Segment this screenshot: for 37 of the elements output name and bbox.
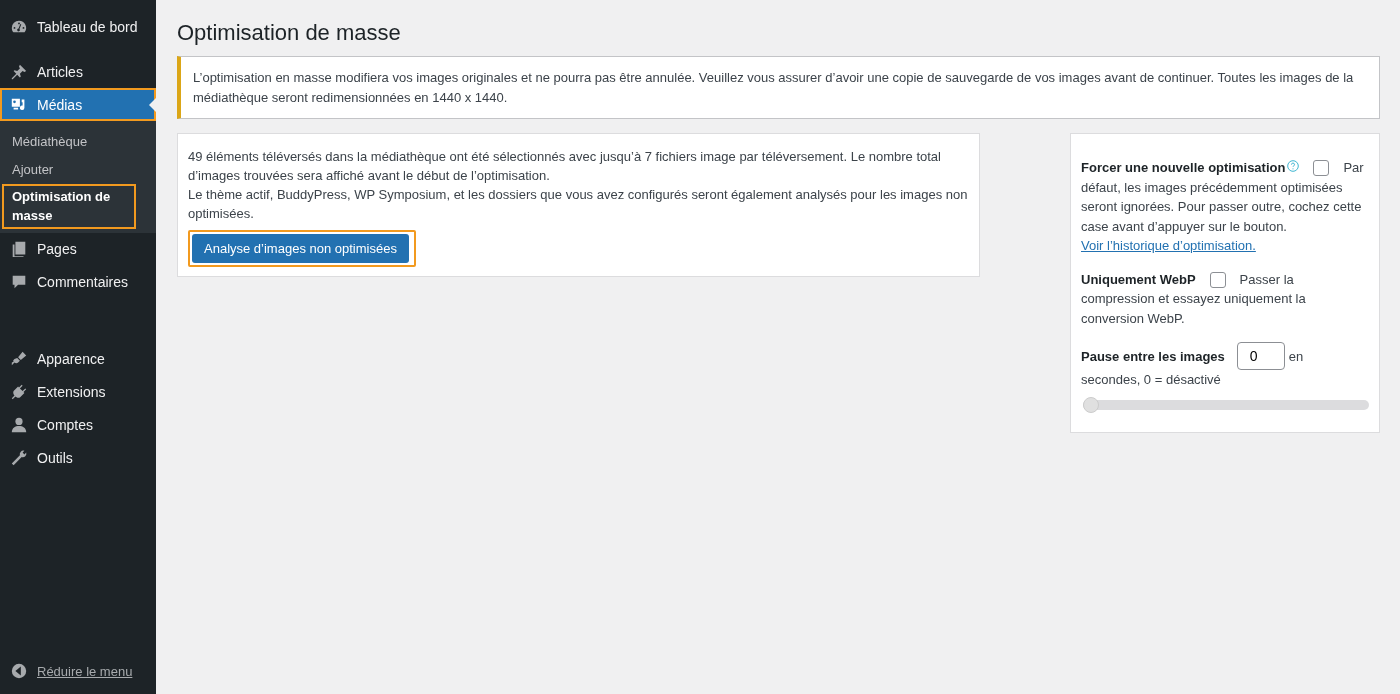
slider-thumb[interactable] [1083, 396, 1099, 413]
collapse-menu-button[interactable]: Réduire le menu [0, 662, 156, 694]
plug-icon [10, 383, 28, 402]
page-title: Optimisation de masse [177, 20, 402, 47]
menu-item[interactable]: Extensions [0, 375, 156, 409]
wrench-icon [10, 449, 28, 468]
option-description: défaut, les images précédemment optimisées seront ignorées. Pour passer outre, cochez cette case avant d’appuyer sur le bouton. [1081, 178, 1363, 236]
option-description: compression et essayez uniquement la conversion WebP. [1081, 290, 1307, 328]
option-description: secondes, 0 = désactivé [1081, 371, 1222, 390]
option-label: Forcer une nouvelle optimisation [1081, 159, 1286, 178]
option-description: Par [1343, 159, 1364, 178]
warning-notice: L’optimisation en masse modifiera vos images originales et ne pourra pas être annulée. Veuillez vous assurer d’avoir une copie de sauvegarde de vos images avant de continuer. Toutes les images de la médiathèque seront redimensionnées en 1440 x 1440. [177, 56, 1380, 120]
menu-item[interactable]: Articles [0, 55, 156, 88]
scan-button[interactable]: Analyse d’images non optimisées [192, 233, 409, 263]
checkbox[interactable] [1313, 160, 1330, 177]
option-description: Passer la [1239, 270, 1294, 289]
menu-item[interactable]: Apparence [0, 342, 156, 376]
history-link[interactable]: Voir l’historique d’optimisation. [1081, 238, 1256, 254]
description-text: Le thème actif, BuddyPress, WP Symposium, et les dossiers que vous avez configurés seront également analysés pour les images non optimisées. [188, 186, 969, 223]
person-icon [10, 416, 28, 435]
menu-item[interactable]: Pages [0, 232, 156, 266]
checkbox[interactable] [1209, 271, 1226, 288]
menu-item[interactable]: Outils [0, 441, 156, 475]
submenu-item[interactable]: Optimisation de masse [2, 184, 136, 229]
menu-item[interactable]: Tableau de bord [0, 10, 156, 43]
submenu-item[interactable]: Médiathèque [0, 128, 156, 157]
menu-item[interactable]: Comptes [0, 408, 156, 442]
option-label: Uniquement WebP [1081, 270, 1196, 289]
menu-item[interactable]: Commentaires [0, 265, 156, 299]
submenu-item[interactable]: Ajouter [0, 156, 156, 185]
option-description: en [1288, 347, 1304, 366]
menu-item[interactable]: Médias [0, 88, 156, 121]
pages-icon [10, 240, 28, 259]
number-field[interactable]: 0 [1236, 342, 1285, 371]
pin-icon [10, 62, 28, 81]
description-text: 49 éléments téléversés dans la médiathèque ont été sélectionnés avec jusqu’à 7 fichiers image par téléversement. Le nombre total d’images trouvées sera affiché avant le début de l’optimisation. [188, 148, 942, 186]
option-label: Pause entre les images [1081, 347, 1225, 366]
